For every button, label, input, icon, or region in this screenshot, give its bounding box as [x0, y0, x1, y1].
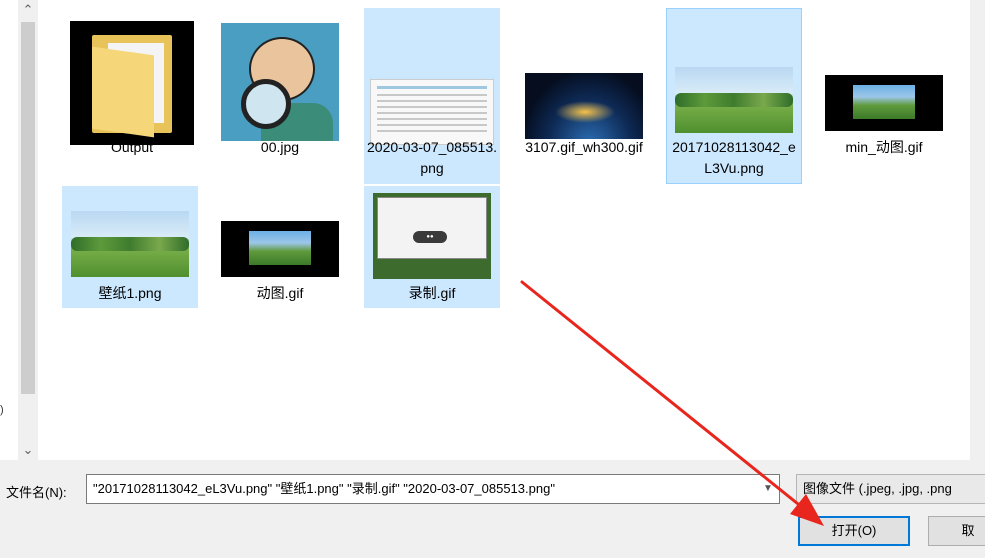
file-type-select[interactable]: 图像文件 (.jpeg, .jpg, .png: [796, 474, 985, 504]
file-name: 壁纸1.png: [98, 285, 162, 301]
scrollbar-thumb[interactable]: [21, 22, 35, 394]
open-button[interactable]: 打开(O): [798, 516, 910, 546]
file-item-2020-03-07-085513-png[interactable]: 2020-03-07_085513.png: [364, 8, 500, 184]
earth-night-image: [525, 73, 643, 139]
landscape-dark-image: [825, 75, 943, 131]
file-item-wallpaper-png[interactable]: 壁纸1.png: [62, 186, 198, 308]
navigation-scrollbar[interactable]: ⌃ ⌄: [18, 0, 38, 460]
file-name: 00.jpg: [260, 139, 300, 155]
file-name: 2020-03-07_085513.png: [367, 139, 498, 176]
file-name: 20171028113042_eL3Vu.png: [672, 139, 796, 176]
cartoon-magnifier-image: [221, 23, 339, 141]
recording-app-image: ●●: [373, 193, 491, 279]
filename-input[interactable]: "20171028113042_eL3Vu.png" "壁纸1.png" "录制…: [86, 474, 780, 504]
file-name: Output: [110, 139, 154, 155]
landscape-image: [675, 67, 793, 133]
file-name: 动图.gif: [256, 285, 304, 301]
scroll-down-arrow-icon[interactable]: ⌄: [18, 440, 38, 460]
landscape-dark-image: [221, 221, 339, 277]
file-name: 录制.gif: [408, 285, 456, 301]
landscape-image: [71, 211, 189, 277]
file-item-output[interactable]: Output: [64, 8, 200, 180]
screenshot-image: [370, 79, 494, 145]
file-item-min-gif[interactable]: min_动图.gif: [816, 8, 952, 184]
scroll-up-arrow-icon[interactable]: ⌃: [18, 0, 38, 20]
file-item-animation-gif[interactable]: 动图.gif: [212, 186, 348, 308]
file-item-20171028113042-png[interactable]: 20171028113042_eL3Vu.png: [666, 8, 802, 184]
file-name: 3107.gif_wh300.gif: [525, 139, 643, 155]
navigation-pane-edge-text: ): [0, 404, 4, 416]
cancel-button[interactable]: 取: [928, 516, 985, 546]
file-list-view: Output 00.jpg 2020-03-07_085513.png 3107…: [40, 0, 970, 460]
chevron-down-icon[interactable]: ▼: [758, 480, 778, 498]
file-view-scrollbar[interactable]: [970, 0, 985, 460]
file-name: min_动图.gif: [845, 139, 923, 155]
file-item-00-jpg[interactable]: 00.jpg: [212, 8, 348, 180]
navigation-pane: ): [0, 0, 14, 460]
file-item-recording-gif[interactable]: ●● 录制.gif: [364, 186, 500, 308]
file-item-3107-gif[interactable]: 3107.gif_wh300.gif: [516, 8, 652, 184]
folder-icon: [70, 21, 194, 145]
filename-label: 文件名(N):: [6, 485, 67, 500]
